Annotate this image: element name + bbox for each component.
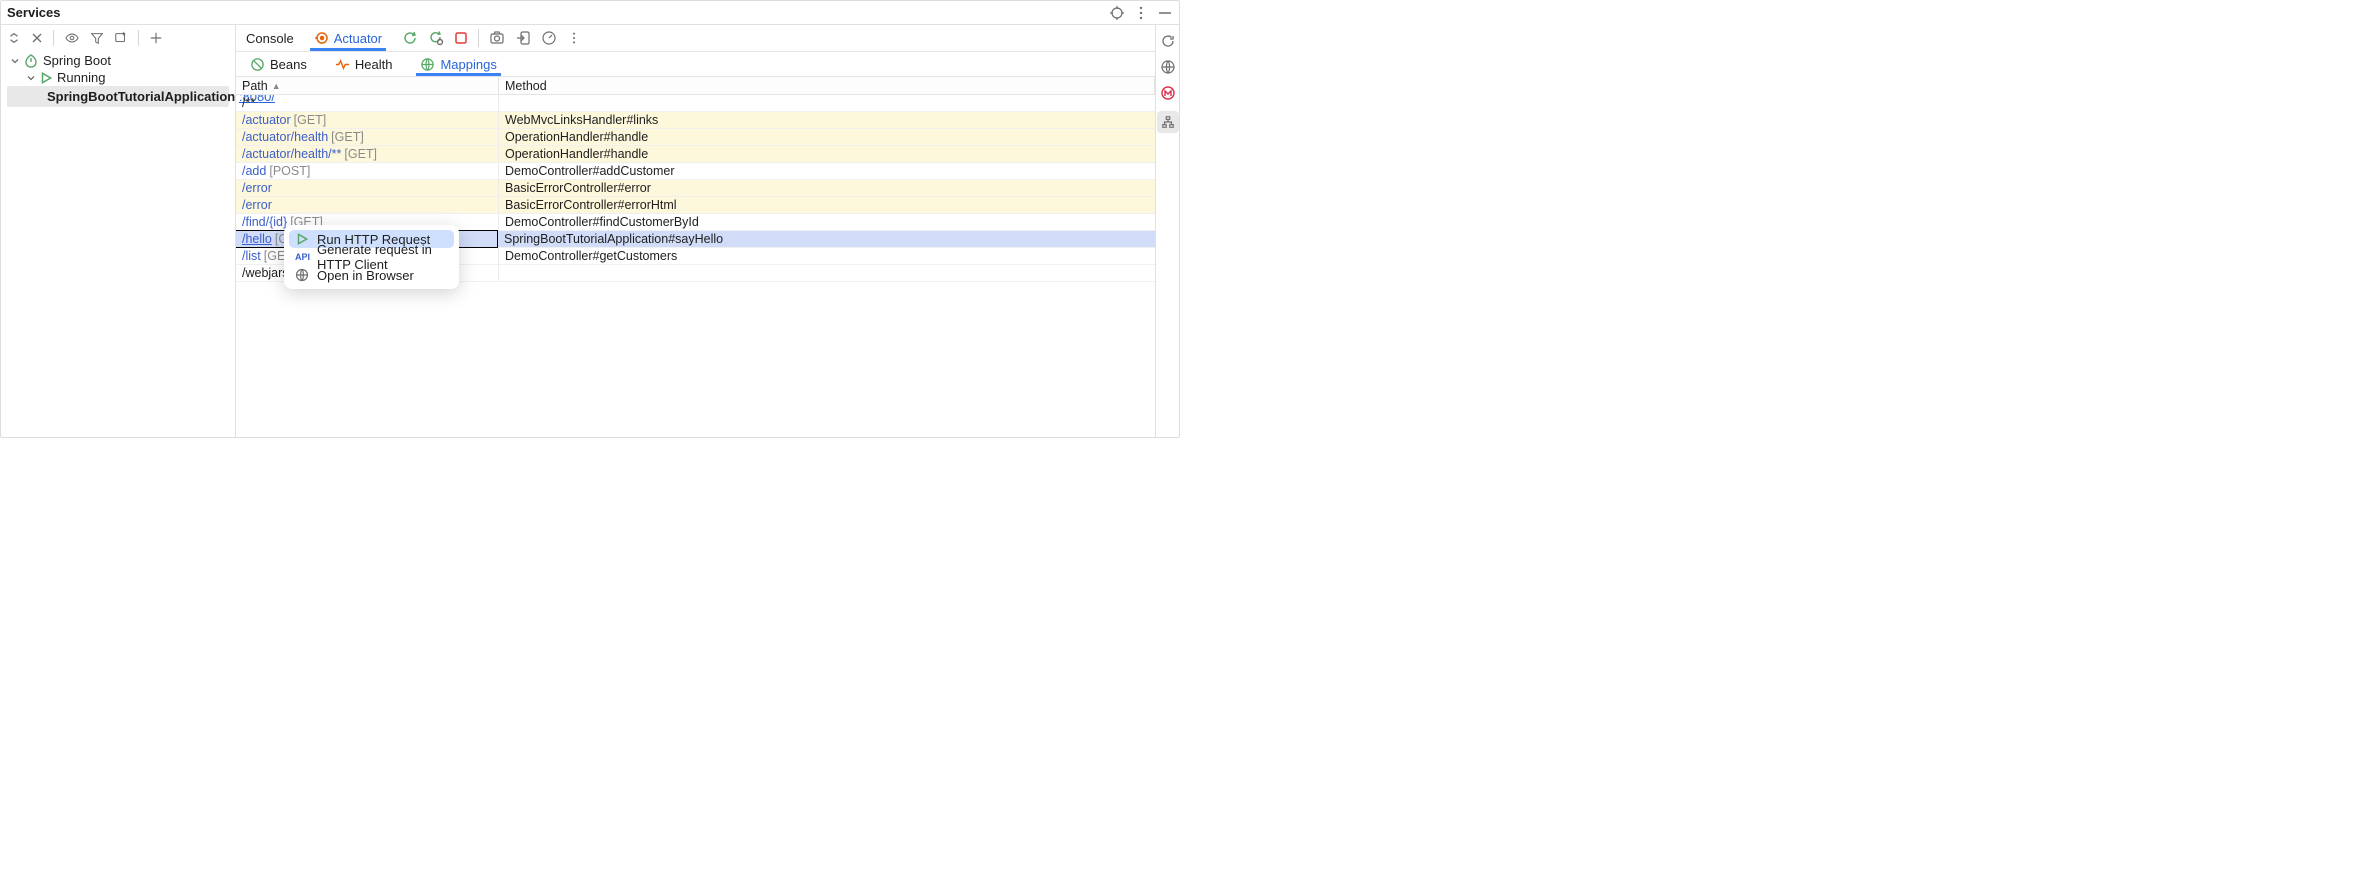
main-tabs: Console Actuator	[236, 25, 1155, 52]
mapping-verb: [GET]	[331, 130, 364, 144]
mapping-method: BasicErrorController#errorHtml	[505, 198, 677, 212]
table-row[interactable]: /actuator/health/**[GET] OperationHandler…	[236, 146, 1155, 163]
mapping-path[interactable]: /find/{id}	[242, 215, 287, 229]
minimize-icon[interactable]	[1157, 5, 1173, 21]
chevron-down-icon	[9, 55, 21, 67]
right-tool-strip	[1155, 24, 1179, 437]
tree-group-label: Running	[57, 70, 105, 85]
mapping-path[interactable]: /error	[242, 181, 272, 195]
table-row[interactable]: /**	[236, 95, 1155, 112]
tab-actuator[interactable]: Actuator	[310, 25, 386, 51]
play-icon	[295, 232, 309, 246]
table-row[interactable]: /add[POST] DemoController#addCustomer	[236, 163, 1155, 180]
tab-health[interactable]: Health	[331, 52, 397, 76]
panel-title: Services	[7, 5, 61, 20]
tree-root-spring-boot[interactable]: Spring Boot	[1, 52, 235, 69]
more-icon[interactable]	[567, 31, 581, 45]
mapping-method: DemoController#addCustomer	[505, 164, 675, 178]
mapping-method: SpringBootTutorialApplication#sayHello	[504, 232, 723, 246]
column-header-path[interactable]: Path▲	[236, 77, 499, 94]
mapping-method: DemoController#getCustomers	[505, 249, 677, 263]
column-header-method[interactable]: Method	[499, 77, 1155, 94]
mapping-path[interactable]: /actuator/health/**	[242, 147, 341, 161]
tree-group-running[interactable]: Running	[1, 69, 235, 86]
camera-icon[interactable]	[489, 30, 505, 46]
services-tree-panel: Spring Boot Running SpringBootTutorialAp…	[1, 24, 235, 437]
gauge-icon[interactable]	[541, 30, 557, 46]
diagram-icon[interactable]	[1157, 111, 1179, 133]
mapping-path[interactable]: /hello	[242, 232, 272, 246]
actuator-tabs: Beans Health Mappings	[236, 52, 1155, 76]
mapping-path[interactable]: /add	[242, 164, 266, 178]
maven-icon[interactable]	[1160, 85, 1176, 101]
eye-icon[interactable]	[64, 31, 80, 45]
rerun-icon[interactable]	[402, 30, 418, 46]
mapping-path[interactable]: /actuator	[242, 113, 291, 127]
mapping-method: OperationHandler#handle	[505, 147, 648, 161]
play-icon	[39, 71, 53, 85]
close-icon[interactable]	[31, 32, 43, 44]
table-row[interactable]: /actuator[GET] WebMvcLinksHandler#links	[236, 112, 1155, 129]
table-row[interactable]: /error BasicErrorController#errorHtml	[236, 197, 1155, 214]
prohibit-icon	[250, 57, 265, 72]
tree-toolbar	[1, 25, 235, 50]
services-tree: Spring Boot Running SpringBootTutorialAp…	[1, 50, 235, 107]
sort-asc-icon: ▲	[272, 81, 281, 91]
tree-app-item[interactable]: SpringBootTutorialApplication :8080/	[7, 86, 229, 107]
tab-mappings[interactable]: Mappings	[416, 52, 500, 76]
more-icon[interactable]	[1133, 5, 1149, 21]
pulse-icon	[335, 57, 350, 72]
api-icon: API	[295, 250, 309, 264]
filter-icon[interactable]	[90, 31, 104, 45]
panel-title-bar: Services	[1, 1, 1179, 24]
rerun-settings-icon[interactable]	[428, 30, 444, 46]
spring-boot-icon	[23, 53, 39, 69]
mapping-method: BasicErrorController#error	[505, 181, 651, 195]
context-menu: Run HTTP Request API Generate request in…	[284, 225, 459, 289]
tree-app-label: SpringBootTutorialApplication	[47, 89, 235, 104]
actuator-icon	[314, 30, 330, 46]
table-row[interactable]: /actuator/health[GET] OperationHandler#ha…	[236, 129, 1155, 146]
mapping-path[interactable]: /error	[242, 198, 272, 212]
mapping-method: DemoController#findCustomerById	[505, 215, 699, 229]
new-window-icon[interactable]	[114, 31, 128, 45]
chevron-down-icon	[25, 72, 37, 84]
globe-icon[interactable]	[1160, 59, 1176, 75]
mapping-verb: [POST]	[269, 164, 310, 178]
target-icon[interactable]	[1109, 5, 1125, 21]
refresh-icon[interactable]	[1160, 33, 1176, 49]
globe-icon	[295, 268, 309, 282]
table-row[interactable]: /error BasicErrorController#error	[236, 180, 1155, 197]
tab-console[interactable]: Console	[242, 25, 298, 51]
mapping-path[interactable]: /actuator/health	[242, 130, 328, 144]
tab-beans[interactable]: Beans	[246, 52, 311, 76]
mapping-path: /**	[242, 96, 255, 110]
table-header: Path▲ Method	[236, 77, 1155, 95]
ctx-generate-http-client[interactable]: API Generate request in HTTP Client	[289, 248, 454, 266]
globe-icon	[420, 57, 435, 72]
mapping-path[interactable]: /list	[242, 249, 261, 263]
exit-icon[interactable]	[515, 30, 531, 46]
expand-collapse-icon[interactable]	[7, 31, 21, 45]
mapping-verb: [GET]	[294, 113, 327, 127]
mapping-method: WebMvcLinksHandler#links	[505, 113, 658, 127]
add-icon[interactable]	[149, 31, 163, 45]
mapping-method: OperationHandler#handle	[505, 130, 648, 144]
mapping-verb: [GET]	[344, 147, 377, 161]
tree-root-label: Spring Boot	[43, 53, 111, 68]
stop-icon[interactable]	[454, 31, 468, 45]
